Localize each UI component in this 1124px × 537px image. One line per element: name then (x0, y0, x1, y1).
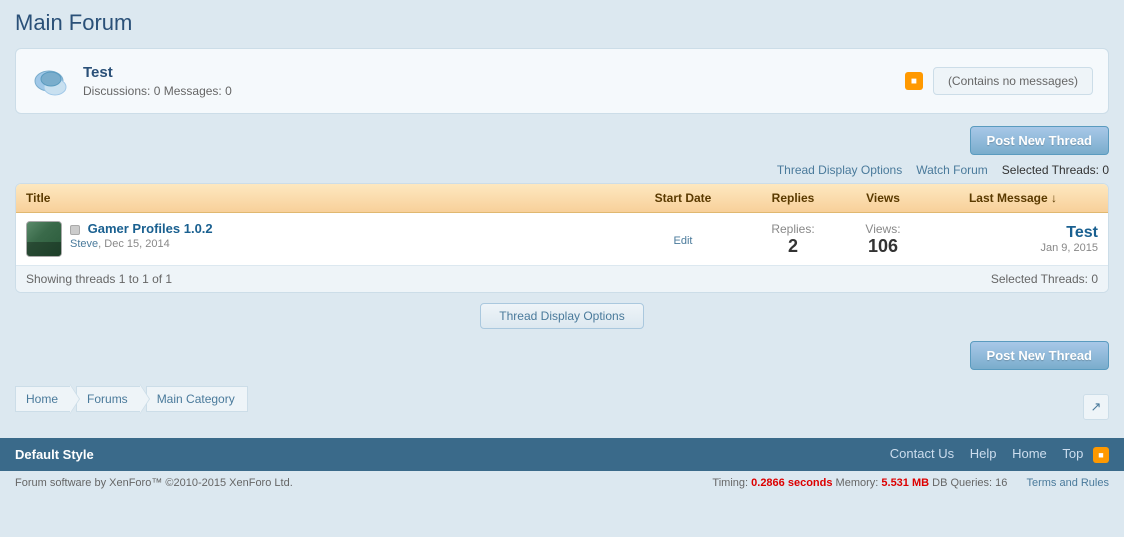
footer-style: Default Style (15, 447, 94, 462)
footer-home[interactable]: Home (1012, 446, 1047, 461)
post-new-thread-button-bottom[interactable]: Post New Thread (970, 341, 1109, 370)
options-row: Thread Display Options Watch Forum Selec… (15, 163, 1109, 177)
footer-contact-us[interactable]: Contact Us (890, 446, 954, 461)
thread-author-link[interactable]: Steve (70, 238, 98, 250)
forum-meta: Discussions: 0 Messages: 0 (83, 84, 905, 98)
selected-threads-footer: Selected Threads: 0 (991, 272, 1098, 286)
footer-help[interactable]: Help (970, 446, 997, 461)
table-header: Title Start Date Replies Views Last Mess… (16, 184, 1108, 213)
thread-last-message-cell: Test Jan 9, 2015 (928, 224, 1098, 254)
footer-bar: Default Style Contact Us Help Home Top ■ (0, 438, 1124, 471)
thread-title-cell: Gamer Profiles 1.0.2 Steve, Dec 15, 2014 (26, 221, 618, 257)
thread-status-icon (70, 225, 80, 235)
edit-link[interactable]: Edit (674, 235, 693, 247)
thread-replies-cell: Replies: 2 (748, 222, 838, 257)
rss-footer-icon[interactable]: ■ (1093, 447, 1109, 463)
footer-timing: Timing: 0.2866 seconds Memory: 5.531 MB … (712, 477, 1109, 489)
breadcrumb-item-forums[interactable]: Forums (76, 386, 141, 412)
memory-value: 5.531 MB (881, 477, 929, 489)
post-new-thread-button[interactable]: Post New Thread (970, 126, 1109, 155)
terms-and-rules-link[interactable]: Terms and Rules (1026, 477, 1109, 489)
forum-rss[interactable]: ■ (905, 72, 923, 91)
thread-display-options-link[interactable]: Thread Display Options (777, 163, 902, 177)
last-message-user[interactable]: Test (928, 224, 1098, 242)
timing-value: 0.2866 seconds (751, 477, 832, 489)
watch-forum-link[interactable]: Watch Forum (916, 163, 988, 177)
breadcrumb-item-main-category[interactable]: Main Category (146, 386, 248, 412)
table-footer: Showing threads 1 to 1 of 1 Selected Thr… (16, 266, 1108, 292)
top-toolbar: Post New Thread (15, 126, 1109, 155)
bottom-toolbar: Post New Thread (15, 341, 1109, 370)
forum-info: Test Discussions: 0 Messages: 0 (83, 64, 905, 98)
thread-title-info: Gamer Profiles 1.0.2 Steve, Dec 15, 2014 (70, 221, 213, 250)
selected-threads-label: Selected Threads: 0 (1002, 163, 1109, 177)
thread-start-date: Edit (618, 232, 748, 247)
col-header-views: Views (838, 191, 928, 205)
views-count: 106 (838, 236, 928, 257)
col-header-start-date: Start Date (618, 191, 748, 205)
replies-label: Replies: (748, 222, 838, 236)
rss-icon[interactable]: ■ (905, 72, 923, 90)
col-header-replies: Replies (748, 191, 838, 205)
thread-meta: Steve, Dec 15, 2014 (70, 238, 213, 250)
col-header-title: Title (26, 191, 618, 205)
breadcrumb-item-home[interactable]: Home (15, 386, 71, 412)
last-message-date: Jan 9, 2015 (928, 242, 1098, 254)
forum-icon (31, 61, 71, 101)
col-header-last-message: Last Message ↓ (928, 191, 1098, 205)
footer-bottom: Forum software by XenForo™ ©2010-2015 Xe… (0, 471, 1124, 495)
breadcrumb: Home Forums Main Category (15, 386, 248, 412)
breadcrumb-row: Home Forums Main Category ↗ (15, 386, 1109, 428)
thread-name-link[interactable]: Gamer Profiles 1.0.2 (88, 221, 213, 236)
footer-links: Contact Us Help Home Top ■ (878, 446, 1109, 463)
thread-display-options-button[interactable]: Thread Display Options (480, 303, 643, 329)
thread-views-cell: Views: 106 (838, 222, 928, 257)
thread-display-options-row: Thread Display Options (15, 303, 1109, 329)
avatar (26, 221, 62, 257)
views-label: Views: (838, 222, 928, 236)
footer-top[interactable]: Top (1062, 446, 1083, 461)
breadcrumb-external-link[interactable]: ↗ (1083, 394, 1109, 420)
replies-count: 2 (748, 236, 838, 257)
showing-threads: Showing threads 1 to 1 of 1 (26, 272, 172, 286)
thread-table: Title Start Date Replies Views Last Mess… (15, 183, 1109, 293)
footer-copyright: Forum software by XenForo™ ©2010-2015 Xe… (15, 477, 293, 489)
table-row: Gamer Profiles 1.0.2 Steve, Dec 15, 2014… (16, 213, 1108, 266)
forum-name[interactable]: Test (83, 64, 905, 81)
forum-block: Test Discussions: 0 Messages: 0 ■ (Conta… (15, 48, 1109, 114)
forum-no-messages: (Contains no messages) (933, 67, 1093, 95)
page-title: Main Forum (15, 10, 1109, 36)
